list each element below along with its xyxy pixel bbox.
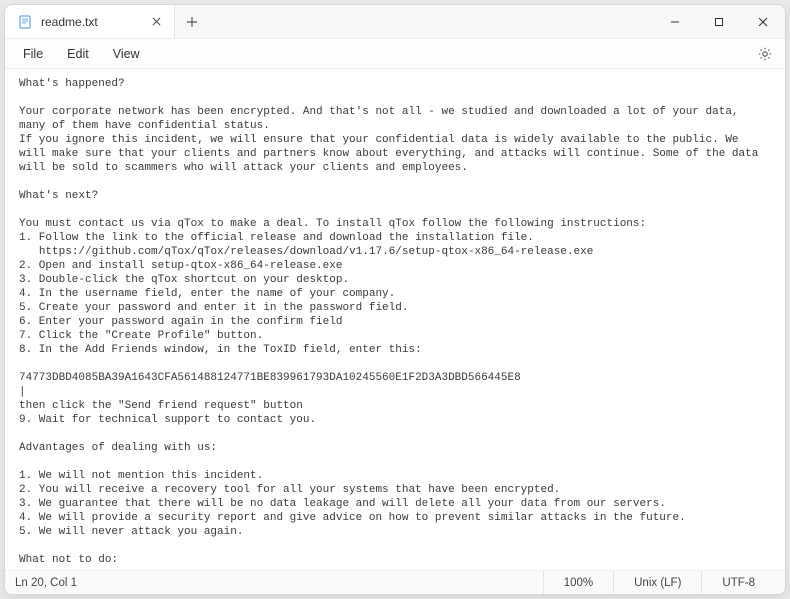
document-tab[interactable]: readme.txt — [5, 5, 175, 38]
minimize-button[interactable] — [653, 5, 697, 38]
menu-view[interactable]: View — [101, 42, 152, 66]
menu-edit[interactable]: Edit — [55, 42, 101, 66]
tab-close-button[interactable] — [148, 14, 164, 30]
settings-button[interactable] — [751, 40, 779, 68]
status-bar: Ln 20, Col 1 100% Unix (LF) UTF-8 — [5, 570, 785, 594]
menu-bar: File Edit View — [5, 39, 785, 69]
close-button[interactable] — [741, 5, 785, 38]
notepad-icon — [17, 14, 33, 30]
text-editor-content[interactable]: What's happened? Your corporate network … — [5, 69, 785, 570]
status-line-ending[interactable]: Unix (LF) — [613, 571, 701, 594]
new-tab-button[interactable] — [175, 5, 209, 38]
tab-title: readme.txt — [41, 15, 98, 29]
maximize-button[interactable] — [697, 5, 741, 38]
titlebar: readme.txt — [5, 5, 785, 39]
status-cursor-position: Ln 20, Col 1 — [15, 577, 77, 589]
gear-icon — [757, 46, 773, 62]
window-controls — [653, 5, 785, 38]
status-zoom[interactable]: 100% — [543, 571, 613, 594]
status-encoding[interactable]: UTF-8 — [701, 571, 775, 594]
notepad-window: readme.txt File Edit View — [4, 4, 786, 595]
menu-file[interactable]: File — [11, 42, 55, 66]
